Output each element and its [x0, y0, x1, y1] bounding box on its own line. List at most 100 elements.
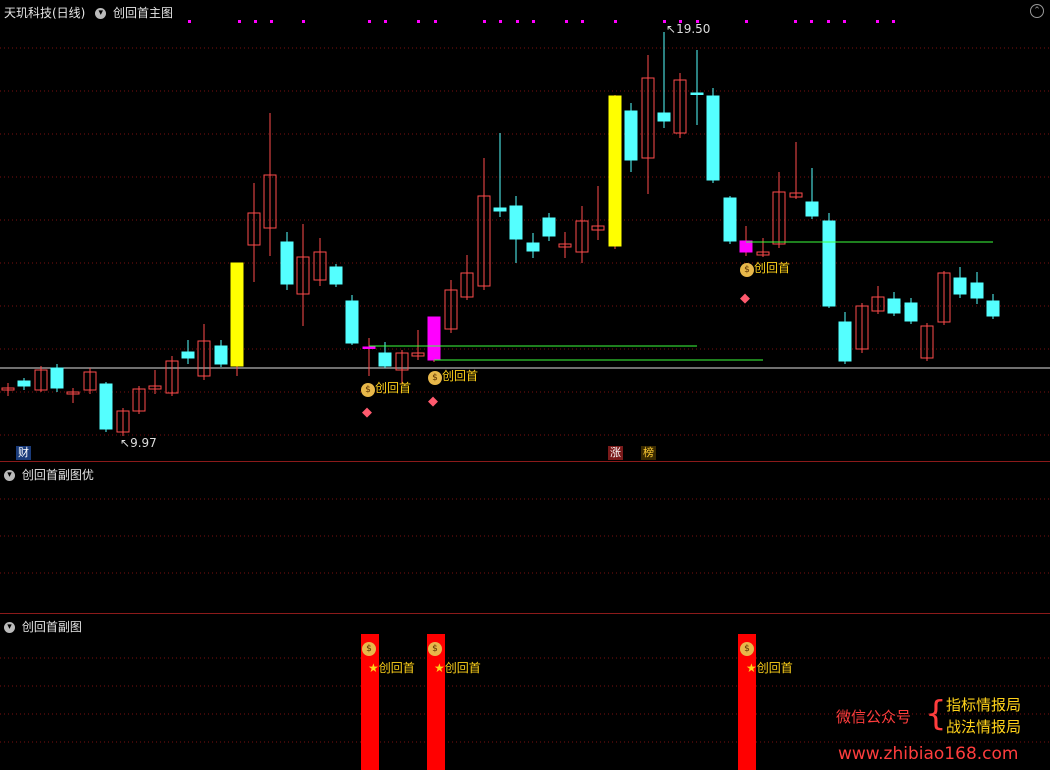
top-signal-dot: [238, 20, 241, 23]
top-signal-dot: [270, 20, 273, 23]
candle-body: [362, 346, 376, 349]
money-bag-icon: $: [428, 640, 442, 656]
sub-chart-1-title[interactable]: 创回首副图优: [22, 468, 94, 482]
low-price-label: 9.97: [130, 436, 157, 450]
candle-body: [542, 217, 556, 237]
diamond-icon: ◆: [428, 394, 438, 409]
candle-body: [345, 300, 359, 344]
watermark-url[interactable]: www.zhibiao168.com: [838, 744, 1018, 764]
high-price-label: 19.50: [676, 22, 711, 36]
top-signal-dot: [745, 20, 748, 23]
main-chart-pane[interactable]: 天玑科技(日线) ▾ 创回首主图 ⌃ ↖19.50 ↖9.97 $ 创回首 ◆ $…: [0, 0, 1050, 461]
top-signal-dot: [384, 20, 387, 23]
candle-body: [526, 242, 540, 252]
signal-label: 创回首: [756, 661, 793, 675]
top-signal-dot: [794, 20, 797, 23]
candle-body: [739, 240, 753, 253]
main-chart-header: 天玑科技(日线) ▾ 创回首主图: [4, 4, 173, 21]
candle-body: [427, 316, 441, 361]
diamond-icon: ◆: [362, 405, 372, 420]
sub-chart-2-title[interactable]: 创回首副图: [22, 620, 82, 634]
signal-marker-1: $ 创回首: [361, 379, 411, 397]
candle-body: [608, 95, 622, 247]
candle-body: [181, 351, 195, 359]
candle-body: [805, 201, 819, 217]
signal-label: 创回首: [375, 381, 412, 395]
top-signal-dot: [254, 20, 257, 23]
watermark-wechat: 微信公众号: [836, 708, 912, 726]
top-signal-dot: [581, 20, 584, 23]
watermark-name-1: 指标情报局: [946, 696, 1022, 714]
candle-body: [17, 380, 31, 387]
signal-label: 创回首: [442, 369, 479, 383]
signal-marker-sub-3: ★创回首: [746, 659, 793, 676]
candle-body: [887, 298, 901, 314]
candle-body: [50, 367, 64, 389]
signal-label: 创回首: [378, 661, 415, 675]
top-signal-dot: [302, 20, 305, 23]
sub-chart-1-header: ▾ 创回首副图优: [4, 466, 94, 483]
finance-tag[interactable]: 财: [16, 446, 31, 460]
signal-marker-sub-1: ★创回首: [368, 659, 415, 676]
candle-body: [690, 92, 704, 95]
chevron-down-icon[interactable]: ▾: [4, 622, 15, 633]
sub-chart-1-grid: [0, 498, 1050, 574]
candle-body: [214, 345, 228, 365]
low-price-marker: ↖9.97: [120, 436, 157, 450]
signal-marker-3: $ 创回首: [740, 259, 790, 277]
money-bag-icon: $: [740, 263, 754, 277]
candlestick-chart[interactable]: [0, 0, 1050, 461]
chevron-down-icon[interactable]: ▾: [4, 470, 15, 481]
watermark-name-2: 战法情报局: [946, 718, 1022, 736]
top-signal-dot: [810, 20, 813, 23]
top-signal-dot: [532, 20, 535, 23]
watermark-names: 指标情报局 战法情报局: [946, 694, 1021, 738]
signal-marker-2: $ 创回首: [428, 367, 478, 385]
limit-up-tag[interactable]: 涨: [608, 446, 623, 460]
top-signal-dot: [434, 20, 437, 23]
chevron-down-icon[interactable]: ▾: [95, 8, 107, 19]
top-signal-dot: [614, 20, 617, 23]
star-icon: ★: [368, 661, 379, 675]
candle-body: [657, 112, 671, 122]
top-signal-dot: [417, 20, 420, 23]
signal-label: 创回首: [444, 661, 481, 675]
candle-body: [904, 302, 918, 322]
top-signal-dot: [368, 20, 371, 23]
diamond-icon: ◆: [740, 291, 750, 306]
sub-chart-1-pane[interactable]: ▾ 创回首副图优: [0, 461, 1050, 614]
candle-body: [838, 321, 852, 362]
ranking-tag[interactable]: 榜: [641, 446, 656, 460]
candle-body: [378, 352, 392, 367]
top-signal-dot: [499, 20, 502, 23]
candle-body: [624, 110, 638, 161]
top-signal-dot: [483, 20, 486, 23]
candle-body: [822, 220, 836, 307]
high-price-marker: ↖19.50: [666, 22, 711, 36]
top-signal-dot: [892, 20, 895, 23]
sub-chart-2-header: ▾ 创回首副图: [4, 618, 82, 635]
candle-body: [280, 241, 294, 285]
candle-body: [329, 266, 343, 285]
main-indicator-name[interactable]: 创回首主图: [113, 6, 173, 20]
candle-body: [706, 95, 720, 181]
candle-body: [986, 300, 1000, 317]
star-icon: ★: [434, 661, 445, 675]
top-signal-dot: [843, 20, 846, 23]
candle-body: [723, 197, 737, 242]
candle-body: [509, 205, 523, 240]
money-bag-icon: $: [362, 640, 376, 656]
watermark-brace: {: [925, 694, 947, 734]
stock-title: 天玑科技(日线): [4, 6, 86, 20]
top-signal-dot: [565, 20, 568, 23]
candle-body: [493, 207, 507, 212]
money-bag-icon: $: [428, 371, 442, 385]
candle-body: [230, 262, 244, 367]
money-bag-icon: $: [361, 383, 375, 397]
candle-body: [970, 282, 984, 299]
top-signal-dot: [876, 20, 879, 23]
top-signal-dot: [827, 20, 830, 23]
top-signal-dot: [516, 20, 519, 23]
collapse-icon[interactable]: ⌃: [1030, 4, 1044, 18]
star-icon: ★: [746, 661, 757, 675]
